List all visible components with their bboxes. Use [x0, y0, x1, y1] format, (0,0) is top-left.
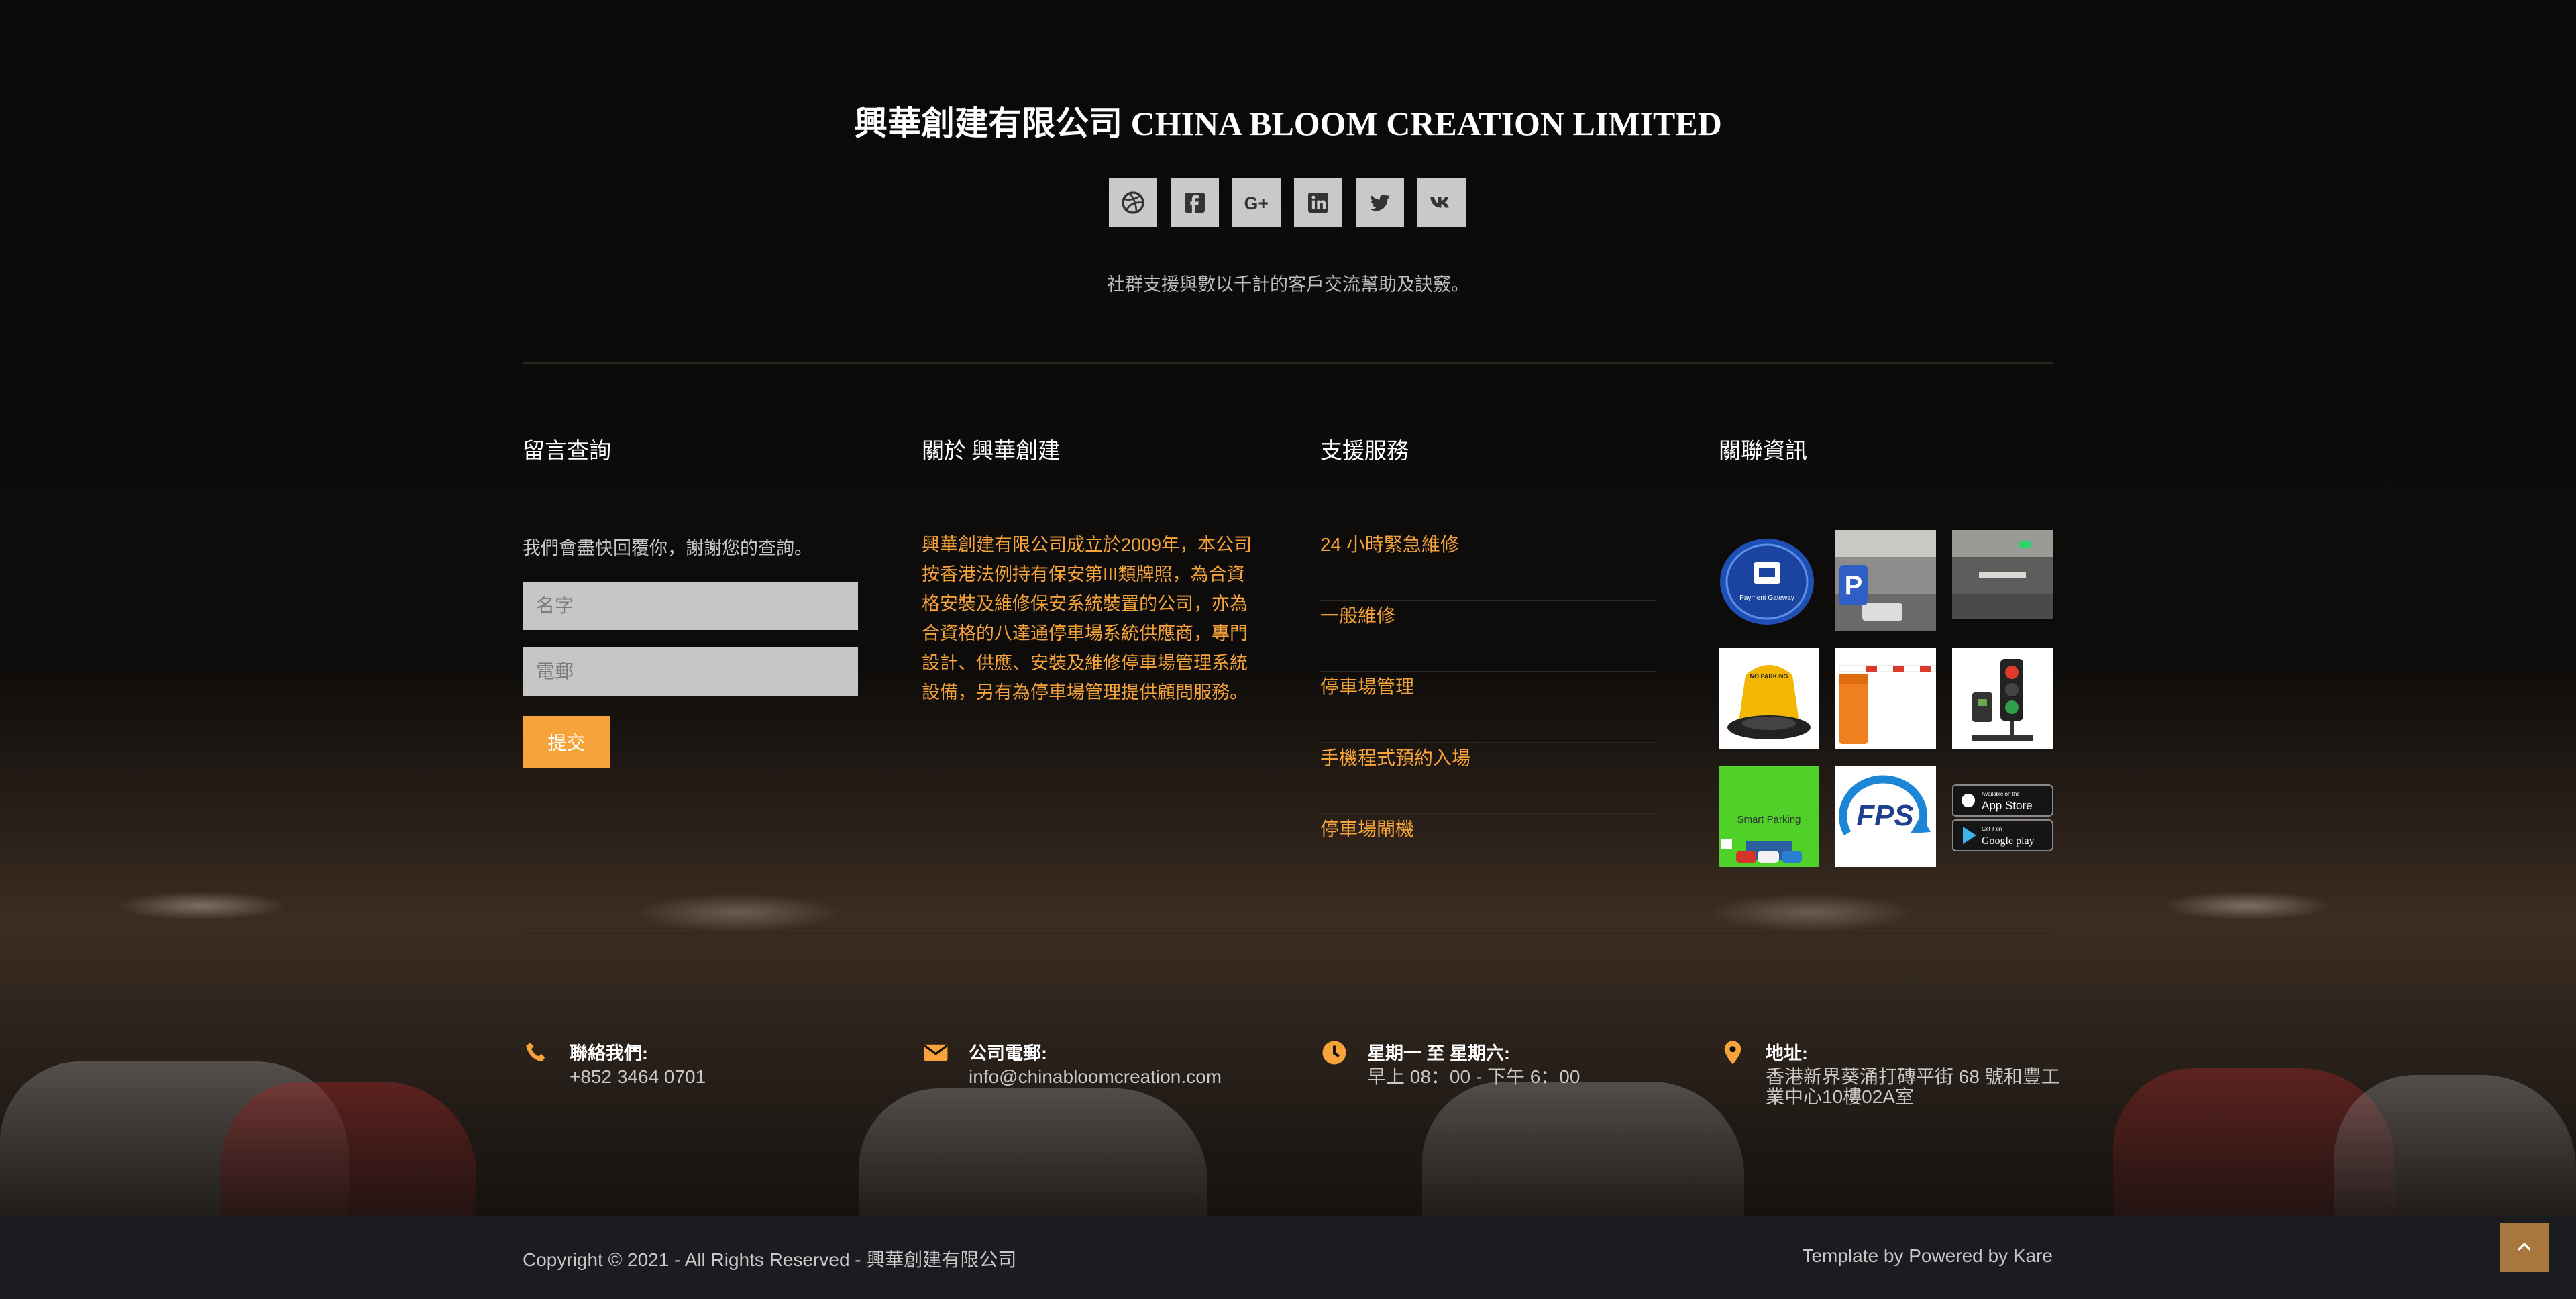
gallery-tile-smart-parking[interactable]: Smart Parking [1719, 766, 1819, 867]
divider-top [523, 362, 2053, 364]
back-to-top-button[interactable] [2500, 1223, 2549, 1272]
inquiry-title: 留言查詢 [523, 439, 611, 464]
svg-text:App Store: App Store [1982, 799, 2033, 812]
tagline: 社群支援與數以千計的客戶交流幫助及訣竅。 [1107, 274, 1469, 295]
about-title: 關於 興華創建 [922, 439, 1061, 464]
service-link-emergency-repair[interactable]: 24 小時緊急維修 [1320, 530, 1656, 601]
barrier-gate-image [1839, 665, 1936, 744]
chevron-up-icon [2518, 1242, 2531, 1251]
contact-address-label: 地址: [1766, 1043, 1808, 1063]
contact-hours-value: 早上 08：00 - 下午 6：00 [1367, 1066, 1580, 1087]
gallery-tile-payment-gateway[interactable]: Payment Gateway [1719, 530, 1819, 631]
social-links: G+ [1109, 178, 1466, 227]
svg-text:Payment Gateway: Payment Gateway [1739, 594, 1794, 602]
submit-button[interactable]: 提交 [523, 716, 610, 768]
envelope-icon [924, 1044, 948, 1061]
services-title: 支援服務 [1320, 439, 1409, 464]
fps-image: FPS [1839, 775, 1931, 835]
email-input[interactable] [523, 647, 858, 696]
gallery-tile-app-stores[interactable]: Available on the App Store Get it on Goo… [1952, 766, 2053, 867]
template-credit[interactable]: Template by Powered by Kare [1802, 1245, 2053, 1267]
payment-gateway-image: Payment Gateway [1720, 539, 1814, 625]
contact-email-value[interactable]: info@chinabloomcreation.com [969, 1067, 1264, 1087]
bottom-bar: Copyright © 2021 - All Rights Reserved -… [0, 1216, 2576, 1299]
linkedin-icon [1308, 193, 1328, 213]
contact-address-value: 香港新界葵涌打磚平街 68 號和豐工業中心10樓02A室 [1766, 1066, 2060, 1107]
services-column: 支援服務 24 小時緊急維修 一般維修 停車場管理 手機程式預約入場 停車場閘機 [1320, 433, 1656, 839]
parking-lock-image: NO PARKING [1727, 665, 1811, 739]
svg-text:NO PARKING: NO PARKING [1750, 673, 1788, 680]
services-list: 24 小時緊急維修 一般維修 停車場管理 手機程式預約入場 停車場閘機 [1320, 530, 1656, 886]
gallery-tile-parking-lock[interactable]: NO PARKING [1719, 648, 1819, 749]
contact-email-label: 公司電郵: [969, 1043, 1047, 1063]
svg-text:G+: G+ [1244, 193, 1269, 213]
svg-text:Smart Parking: Smart Parking [1737, 814, 1801, 825]
twitter-button[interactable] [1356, 178, 1404, 227]
app-stores-image: Available on the App Store Get it on Goo… [1952, 784, 2053, 851]
google-plus-button[interactable]: G+ [1232, 178, 1281, 227]
map-pin-icon [1724, 1041, 1741, 1065]
svg-text:Google play: Google play [1982, 835, 2035, 847]
contact-phone-label: 聯絡我們: [570, 1043, 648, 1063]
gallery-tile-traffic-light[interactable] [1952, 648, 2053, 749]
service-link-parking-gate[interactable]: 停車場閘機 [1320, 815, 1656, 886]
gallery-tile-parking-ceiling[interactable] [1952, 530, 2053, 631]
phone-icon [526, 1043, 545, 1062]
service-link-general-repair[interactable]: 一般維修 [1320, 601, 1656, 672]
copyright-text: Copyright © 2021 - All Rights Reserved -… [523, 1249, 1017, 1270]
parking-ceiling-image [1952, 530, 2053, 619]
facebook-button[interactable] [1171, 178, 1219, 227]
contact-hours-label: 星期一 至 星期六: [1367, 1043, 1510, 1063]
about-column: 關於 興華創建 興華創建有限公司成立於2009年，本公司按香港法例持有保安第II… [922, 433, 1257, 703]
svg-text:Get it on: Get it on [1982, 826, 2002, 832]
related-gallery: Payment Gateway P NO PARKING Smart Parki… [1719, 530, 2054, 867]
service-link-parking-management[interactable]: 停車場管理 [1320, 672, 1656, 743]
dribbble-button[interactable] [1109, 178, 1157, 227]
svg-text:P: P [1845, 571, 1863, 601]
related-column: 關聯資訊 Payment Gateway P NO PARKING Smart … [1719, 433, 2054, 867]
parking-sign-image: P [1835, 530, 1936, 631]
svg-text:Available on the: Available on the [1982, 791, 2020, 797]
about-text: 興華創建有限公司成立於2009年，本公司按香港法例持有保安第III類牌照，為合資… [922, 535, 1252, 703]
related-title: 關聯資訊 [1719, 439, 1807, 464]
gallery-tile-parking-sign[interactable]: P [1835, 530, 1936, 631]
company-title: 興華創建有限公司 CHINA BLOOM CREATION LIMITED [854, 105, 1722, 142]
smart-parking-image: Smart Parking [1719, 766, 1819, 867]
google-plus-icon: G+ [1244, 193, 1269, 213]
gallery-tile-fps[interactable]: FPS [1835, 766, 1936, 867]
gallery-tile-barrier-gate[interactable] [1835, 648, 1936, 749]
inquiry-column: 留言查詢 我們會盡快回覆你，謝謝您的查詢。 提交 [523, 433, 858, 768]
vk-button[interactable] [1417, 178, 1466, 227]
contact-phone-value[interactable]: +852 3464 0701 [570, 1067, 865, 1087]
twitter-icon [1370, 194, 1390, 211]
facebook-icon [1185, 193, 1205, 213]
name-input[interactable] [523, 582, 858, 630]
traffic-light-image [1972, 659, 2033, 741]
dribbble-icon [1122, 191, 1144, 214]
vk-icon [1430, 197, 1449, 208]
clock-icon [1322, 1041, 1346, 1065]
inquiry-intro: 我們會盡快回覆你，謝謝您的查詢。 [523, 538, 812, 558]
divider-bottom [523, 933, 2053, 934]
svg-text:FPS: FPS [1856, 799, 1914, 832]
linkedin-button[interactable] [1294, 178, 1342, 227]
service-link-app-booking[interactable]: 手機程式預約入場 [1320, 743, 1656, 815]
